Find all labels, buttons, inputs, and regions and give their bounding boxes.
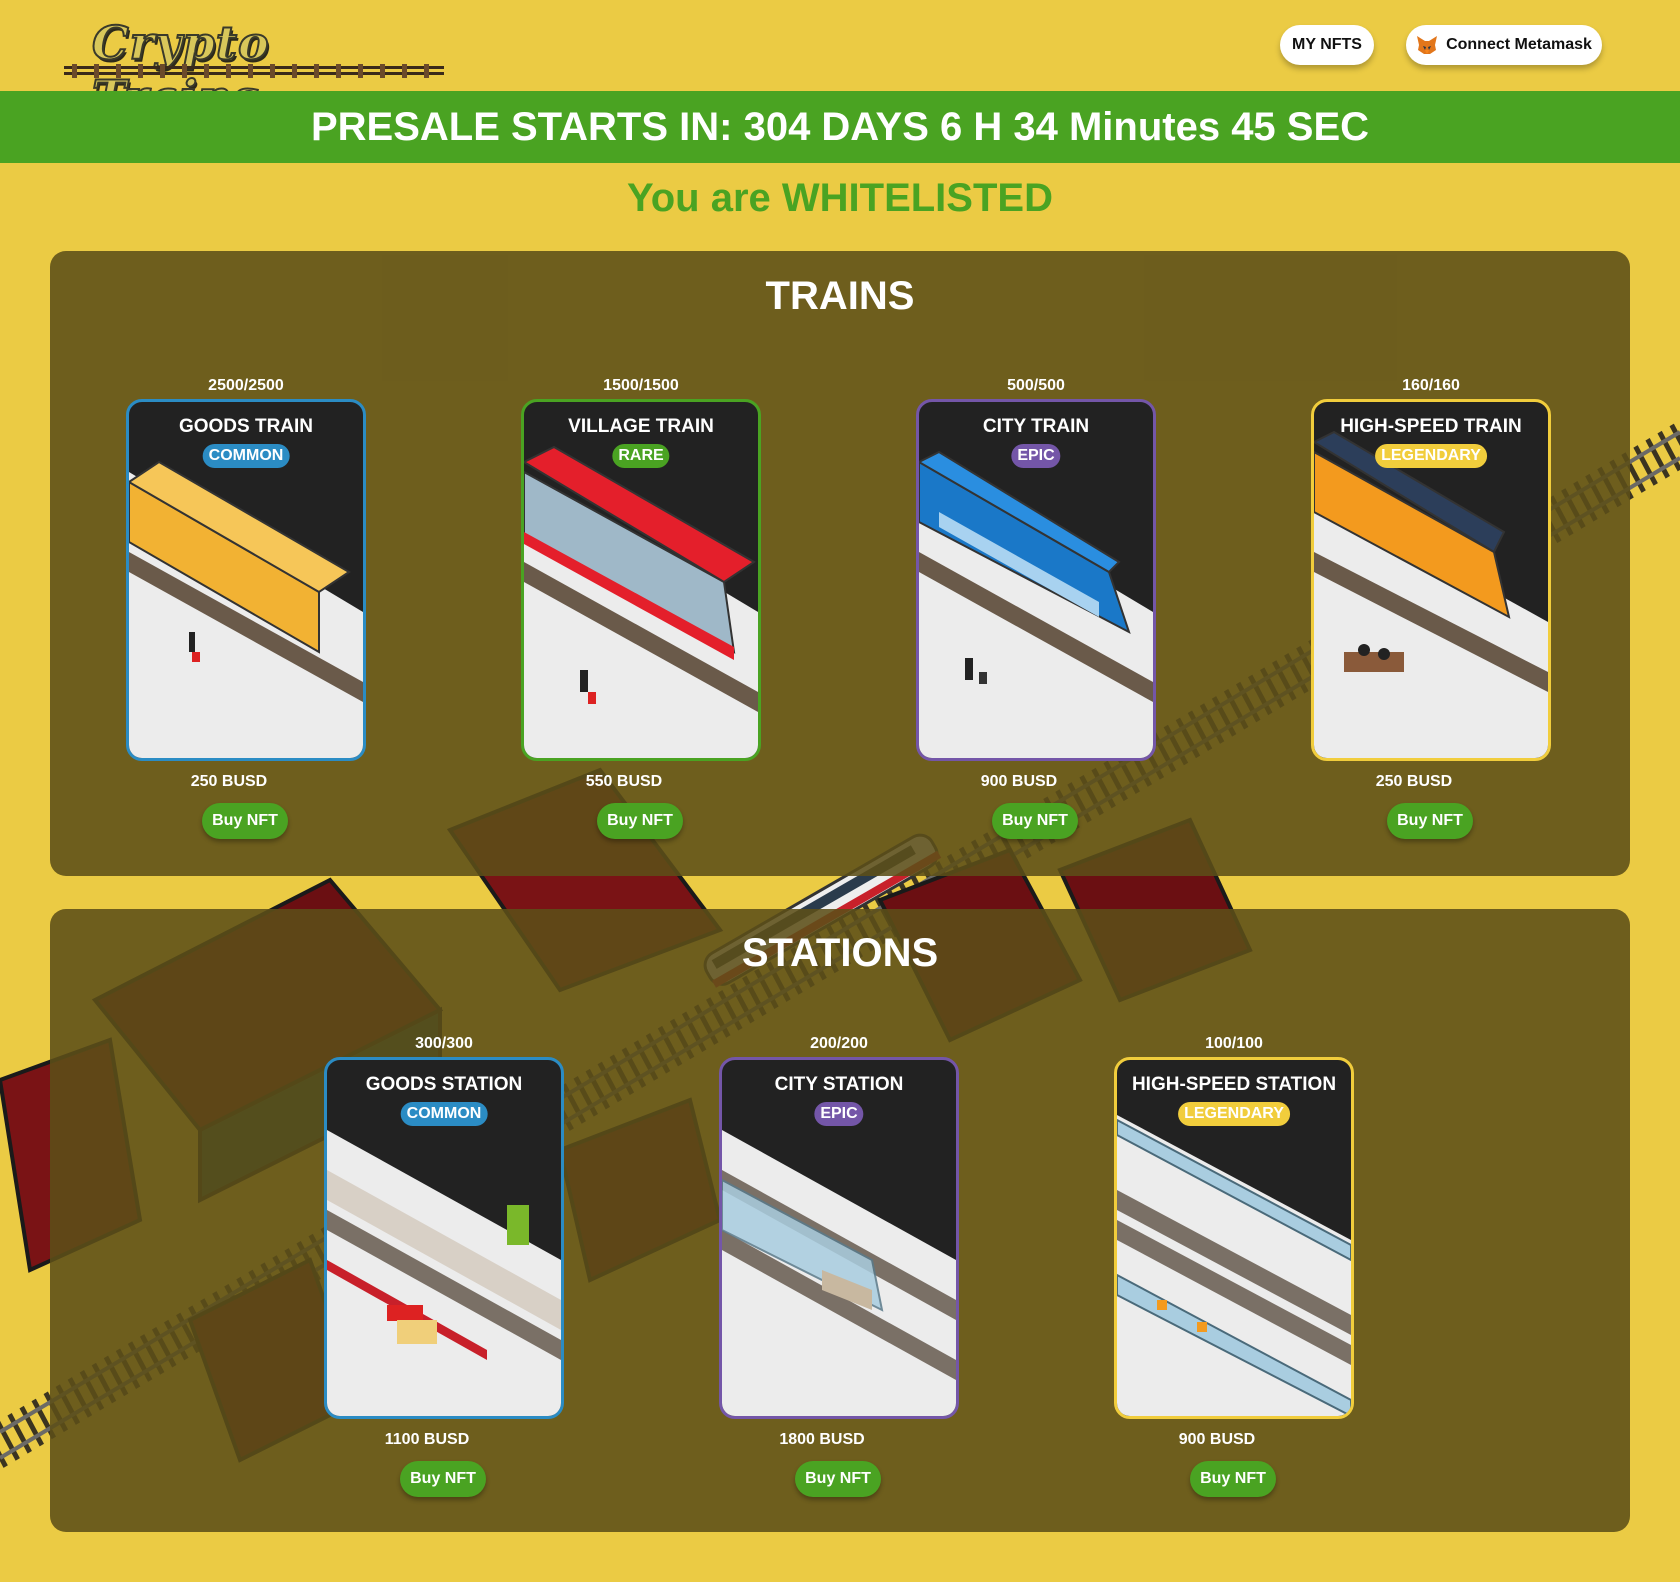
rarity-badge: COMMON bbox=[400, 1102, 488, 1126]
buy-nft-button[interactable]: Buy NFT bbox=[1387, 803, 1473, 839]
supply-count: 1500/1500 bbox=[603, 377, 679, 394]
presale-countdown-bar: PRESALE STARTS IN: 304 DAYS 6 H 34 Minut… bbox=[0, 91, 1680, 163]
supply-count: 160/160 bbox=[1402, 377, 1460, 394]
trains-title: TRAINS bbox=[765, 274, 915, 318]
nft-card[interactable]: VILLAGE TRAIN RARE bbox=[521, 399, 761, 761]
supply-count: 500/500 bbox=[1007, 377, 1065, 394]
nft-card[interactable]: CITY TRAIN EPIC bbox=[916, 399, 1156, 761]
supply-count: 300/300 bbox=[415, 1035, 473, 1052]
logo-rails-icon bbox=[64, 64, 444, 78]
logo[interactable]: Crypto Trains bbox=[64, 12, 444, 125]
nft-price: 250 BUSD bbox=[1375, 773, 1453, 790]
buy-nft-button[interactable]: Buy NFT bbox=[202, 803, 288, 839]
supply-count: 2500/2500 bbox=[208, 377, 284, 394]
nft-card[interactable]: HIGH-SPEED TRAIN LEGENDARY bbox=[1311, 399, 1551, 761]
rarity-badge: LEGENDARY bbox=[1375, 444, 1487, 468]
rarity-badge: EPIC bbox=[814, 1102, 864, 1126]
buy-nft-button[interactable]: Buy NFT bbox=[1190, 1461, 1276, 1497]
nft-name: CITY STATION bbox=[774, 1074, 904, 1095]
nft-card[interactable]: CITY STATION EPIC bbox=[719, 1057, 959, 1419]
buy-nft-button[interactable]: Buy NFT bbox=[795, 1461, 881, 1497]
nft-price: 250 BUSD bbox=[190, 773, 268, 790]
connect-metamask-button[interactable]: Connect Metamask bbox=[1406, 25, 1602, 65]
buy-nft-button[interactable]: Buy NFT bbox=[400, 1461, 486, 1497]
nft-name: HIGH-SPEED STATION bbox=[1131, 1074, 1337, 1095]
my-nfts-label: MY NFTS bbox=[1292, 36, 1362, 53]
nft-price: 1100 BUSD bbox=[384, 1431, 470, 1448]
stations-title: STATIONS bbox=[741, 931, 939, 975]
nft-name: HIGH-SPEED TRAIN bbox=[1340, 416, 1522, 437]
rarity-badge: LEGENDARY bbox=[1178, 1102, 1290, 1126]
presale-countdown-text: PRESALE STARTS IN: 304 DAYS 6 H 34 Minut… bbox=[310, 104, 1370, 149]
nft-card[interactable]: GOODS STATION COMMON bbox=[324, 1057, 564, 1419]
nft-price: 1800 BUSD bbox=[779, 1431, 865, 1448]
nft-name: GOODS STATION bbox=[365, 1074, 523, 1095]
stations-section: STATIONS 300/300 GOODS STATION COMMON 11… bbox=[50, 909, 1630, 1532]
rarity-badge: EPIC bbox=[1011, 444, 1061, 468]
rarity-badge: RARE bbox=[612, 444, 670, 468]
buy-nft-button[interactable]: Buy NFT bbox=[597, 803, 683, 839]
whitelist-status: You are WHITELISTED bbox=[627, 176, 1053, 220]
nft-name: VILLAGE TRAIN bbox=[568, 416, 714, 437]
rarity-badge: COMMON bbox=[202, 444, 290, 468]
nft-name: CITY TRAIN bbox=[982, 416, 1090, 437]
nft-price: 550 BUSD bbox=[585, 773, 663, 790]
supply-count: 100/100 bbox=[1205, 1035, 1263, 1052]
supply-count: 200/200 bbox=[810, 1035, 868, 1052]
trains-section: TRAINS 2500/2500 GOODS TRAIN COMMON 250 … bbox=[50, 251, 1630, 876]
buy-nft-button[interactable]: Buy NFT bbox=[992, 803, 1078, 839]
nft-price: 900 BUSD bbox=[980, 773, 1058, 790]
nft-name: GOODS TRAIN bbox=[178, 416, 314, 437]
connect-metamask-label: Connect Metamask bbox=[1446, 36, 1592, 53]
nft-card[interactable]: GOODS TRAIN COMMON bbox=[126, 399, 366, 761]
nft-price: 900 BUSD bbox=[1178, 1431, 1256, 1448]
my-nfts-button[interactable]: MY NFTS bbox=[1280, 25, 1374, 65]
fox-icon bbox=[1417, 36, 1438, 54]
nft-card[interactable]: HIGH-SPEED STATION LEGENDARY bbox=[1114, 1057, 1354, 1419]
